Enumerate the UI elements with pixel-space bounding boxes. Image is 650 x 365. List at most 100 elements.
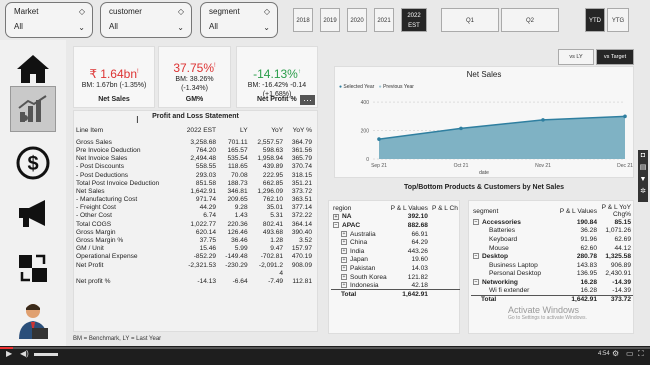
- segment-value-cell: 16.28: [580, 278, 597, 286]
- region-name: China: [350, 239, 368, 247]
- collapse-icon[interactable]: −: [473, 219, 479, 226]
- region-row[interactable]: − APAC 882.68: [331, 221, 460, 230]
- region-value-cell: 64.29: [411, 239, 428, 247]
- segment-row[interactable]: Wi fi extender 16.28 -14.39: [471, 287, 633, 296]
- segment-row[interactable]: Keyboard 91.96 62.69: [471, 235, 633, 244]
- quarter-button-q1[interactable]: Q1: [441, 8, 499, 32]
- segment-row[interactable]: Mouse 62.60 44.12: [471, 244, 633, 253]
- selected-year-point[interactable]: [541, 118, 545, 122]
- pl-value-cell: 112.81: [292, 277, 312, 285]
- selected-year-point[interactable]: [459, 126, 463, 131]
- expand-icon[interactable]: +: [341, 248, 347, 255]
- year-button-2021[interactable]: 2021: [374, 8, 394, 32]
- camera-icon[interactable]: ◘: [638, 150, 648, 162]
- pl-header-cell[interactable]: YoY: [250, 126, 285, 134]
- collapse-icon[interactable]: −: [333, 222, 339, 229]
- volume-icon[interactable]: ◀): [20, 349, 29, 358]
- video-progress-track[interactable]: [0, 347, 650, 349]
- year-button-2022-est[interactable]: 2022 EST: [401, 8, 427, 32]
- segment-filter-value: All: [209, 22, 218, 31]
- vs-ly-button[interactable]: vs LY: [558, 49, 594, 65]
- segment-name: Wi fi extender: [489, 287, 530, 295]
- region-name: APAC: [342, 221, 361, 229]
- filter-icon[interactable]: ▼: [638, 174, 648, 186]
- expand-icon[interactable]: +: [341, 230, 347, 237]
- segment-chg-header[interactable]: P & L YoY Chg%: [599, 204, 633, 218]
- settings-icon[interactable]: ✲: [638, 186, 648, 198]
- segment-row[interactable]: Business Laptop 143.83 906.89: [471, 261, 633, 270]
- nav-supply-chain[interactable]: [10, 245, 56, 291]
- segment-row[interactable]: − Networking 16.28 -14.39: [471, 278, 633, 287]
- segment-chg-cell: 906.89: [610, 261, 631, 269]
- segment-name-cell: Wi fi extender: [471, 287, 552, 296]
- collapse-icon[interactable]: −: [473, 279, 479, 286]
- selected-year-point[interactable]: [377, 137, 381, 141]
- segment-row[interactable]: Personal Desktop 136.95 2,430.91: [471, 270, 633, 279]
- pl-value-cell: 390.40: [291, 228, 312, 236]
- segment-name: Keyboard: [489, 235, 518, 243]
- region-name-cell: + NA: [331, 213, 389, 222]
- customer-filter[interactable]: customer All ◇ ⌄: [100, 2, 192, 38]
- segment-row[interactable]: − Desktop 280.78 1,325.58: [471, 252, 633, 261]
- pl-header-cell[interactable]: LY: [218, 126, 250, 134]
- region-row[interactable]: + Pakistan 14.03: [331, 264, 460, 273]
- region-values-header[interactable]: P & L Values: [389, 204, 430, 213]
- play-icon[interactable]: ▶: [6, 349, 12, 358]
- quarter-button-q2[interactable]: Q2: [501, 8, 559, 32]
- expand-icon[interactable]: +: [341, 273, 347, 280]
- expand-icon[interactable]: +: [341, 265, 347, 272]
- pl-value-cell: 4: [279, 269, 284, 277]
- fullscreen-icon[interactable]: ⛶: [638, 349, 644, 359]
- segment-values-header[interactable]: P & L Values: [552, 204, 599, 218]
- more-options-icon[interactable]: ···: [300, 95, 315, 105]
- expand-icon[interactable]: +: [341, 256, 347, 263]
- pl-header-cell[interactable]: Line Item: [74, 126, 178, 134]
- segment-row[interactable]: − Accessories 190.84 85.15: [471, 218, 633, 227]
- layers-icon[interactable]: ▤: [638, 162, 648, 174]
- pl-statement: Profit and Loss Statement Line Item 2022 …: [73, 110, 318, 332]
- region-row[interactable]: + Japan 19.60: [331, 256, 460, 265]
- nav-finance[interactable]: $: [10, 140, 56, 186]
- region-row[interactable]: + NA 392.10: [331, 213, 460, 222]
- region-row[interactable]: + China 64.29: [331, 238, 460, 247]
- pl-value-cell: 439.89: [262, 163, 284, 171]
- region-row[interactable]: + Australia 66.91: [331, 230, 460, 239]
- segment-table: segment P & L Values P & L YoY Chg% − Acc…: [471, 204, 633, 304]
- volume-slider[interactable]: [34, 353, 58, 356]
- pip-icon[interactable]: ▭: [626, 349, 634, 358]
- pl-header-cell[interactable]: YoY %: [285, 126, 314, 134]
- eraser-icon[interactable]: ◇: [178, 7, 184, 16]
- segment-filter[interactable]: segment All ◇ ⌄: [200, 2, 278, 38]
- eraser-icon[interactable]: ◇: [79, 7, 85, 16]
- region-col-header[interactable]: region: [331, 204, 389, 213]
- pl-row: Gross Margin 620.14 126.46 493.68 390.40: [74, 228, 314, 236]
- pl-line-item: Net profit %: [76, 277, 111, 285]
- pl-header-cell[interactable]: 2022 EST: [178, 126, 218, 134]
- region-chg-header[interactable]: P & L Ch: [430, 204, 460, 213]
- nav-analytics[interactable]: [10, 86, 56, 132]
- settings-gear-icon[interactable]: ⚙: [612, 349, 619, 358]
- region-row[interactable]: + Indonesia 42.18: [331, 281, 460, 290]
- region-row[interactable]: + India 443.26: [331, 247, 460, 256]
- segment-row[interactable]: Batteries 36.28 1,071.26: [471, 227, 633, 236]
- ytg-button[interactable]: YTG: [607, 8, 629, 32]
- expand-icon[interactable]: +: [341, 239, 347, 246]
- year-button-2019[interactable]: 2019: [320, 8, 340, 32]
- year-button-2020[interactable]: 2020: [347, 8, 367, 32]
- segment-col-header[interactable]: segment: [471, 204, 552, 218]
- ytd-button[interactable]: YTD: [585, 8, 605, 32]
- expand-icon[interactable]: +: [341, 282, 347, 289]
- region-row[interactable]: + South Korea 121.82: [331, 273, 460, 282]
- pl-value-cell: 470.19: [291, 253, 312, 261]
- collapse-icon[interactable]: −: [473, 253, 479, 260]
- nav-marketing[interactable]: [10, 190, 56, 236]
- selected-year-point[interactable]: [623, 114, 627, 119]
- nav-executive[interactable]: [10, 298, 56, 344]
- expand-icon[interactable]: +: [333, 213, 339, 220]
- market-filter[interactable]: Market All ◇ ⌄: [5, 2, 93, 38]
- eraser-icon[interactable]: ◇: [264, 7, 270, 16]
- region-name: South Korea: [350, 273, 387, 281]
- pl-line-item: Gross Margin %: [76, 237, 124, 245]
- vs-target-button[interactable]: vs Target: [596, 49, 634, 65]
- year-button-2018[interactable]: 2018: [293, 8, 313, 32]
